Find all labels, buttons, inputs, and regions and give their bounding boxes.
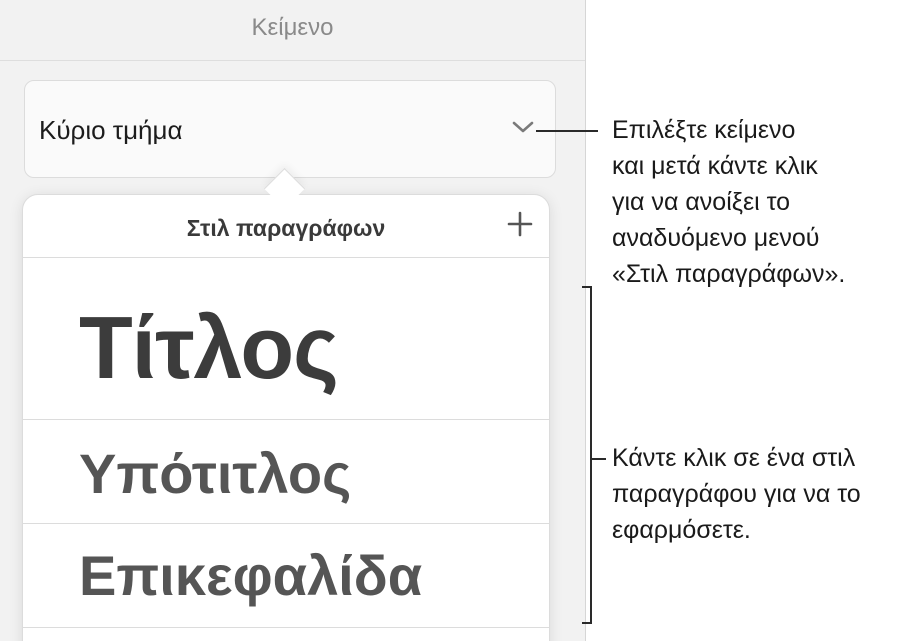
callout-bracket [590, 286, 592, 624]
callout-line: παραγράφου για να το [612, 480, 861, 508]
chevron-down-icon [512, 121, 534, 133]
callout-line: για να ανοίξει το [612, 188, 791, 216]
callout-line: αναδυόμενο μενού [612, 224, 820, 252]
callout-line: Επιλέξτε κείμενο [612, 116, 796, 144]
callout-leader-line [592, 458, 606, 460]
style-item-label: Επικεφαλίδα [79, 544, 423, 607]
callout-leader-line [536, 130, 598, 132]
format-inspector-panel: Κείμενο Κύριο τμήμα Στιλ παραγράφων Τίτλ… [0, 0, 586, 641]
style-item-heading[interactable]: Επικεφαλίδα [23, 195, 549, 627]
panel-divider [0, 60, 585, 61]
paragraph-style-select[interactable]: Κύριο τμήμα [24, 80, 556, 178]
callout-open-menu: Επιλέξτε κείμενο και μετά κάντε κλικ για… [612, 112, 845, 292]
callout-bracket-top [582, 286, 592, 288]
callout-line: και μετά κάντε κλικ [612, 152, 818, 180]
callout-line: εφαρμόσετε. [612, 516, 751, 544]
callout-line: «Στιλ παραγράφων». [612, 260, 846, 288]
popover-arrow-cover [262, 195, 308, 209]
paragraph-style-value: Κύριο τμήμα [39, 115, 183, 145]
callout-bracket-bottom [582, 622, 592, 624]
callout-apply-style: Κάντε κλικ σε ένα στιλ παραγράφου για να… [612, 440, 861, 548]
paragraph-styles-popover: Στιλ παραγράφων Τίτλος Υπότιτλος Επικεφα… [22, 194, 550, 641]
popover-divider [23, 627, 549, 628]
panel-title: Κείμενο [251, 14, 334, 41]
callout-line: Κάντε κλικ σε ένα στιλ [612, 444, 856, 472]
